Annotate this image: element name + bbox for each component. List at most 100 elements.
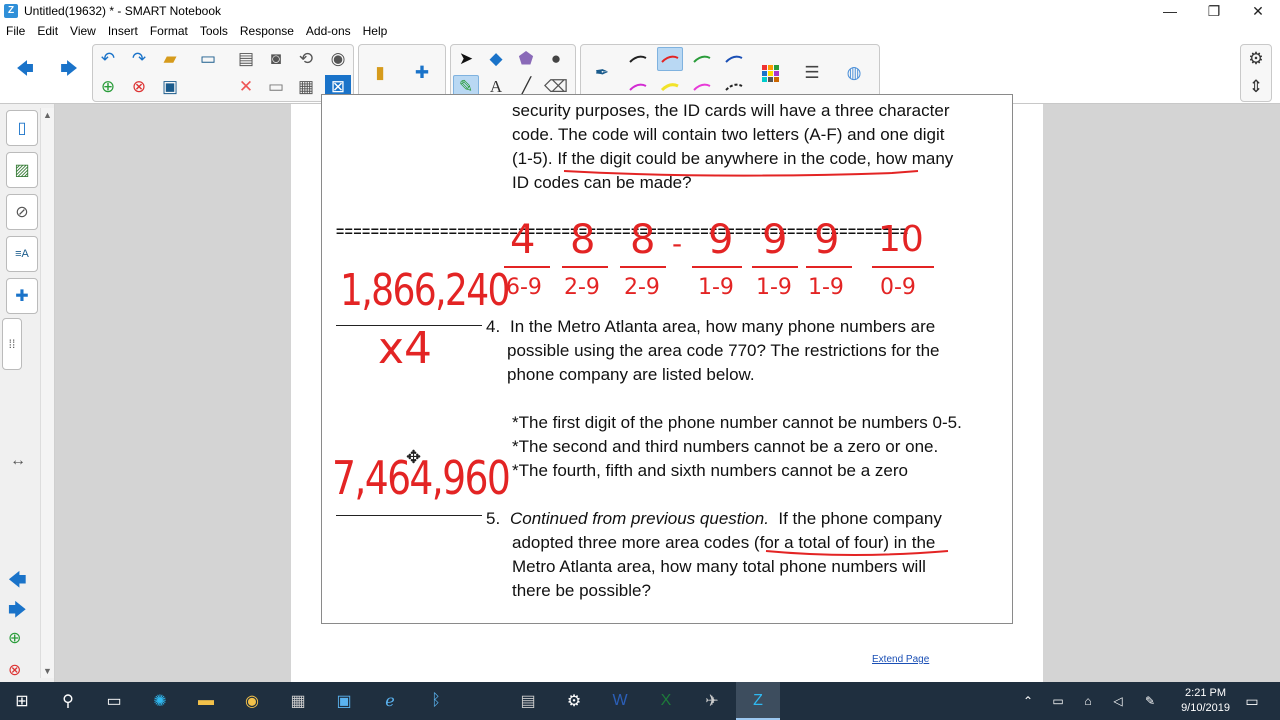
delete-icon[interactable]: ✕: [233, 75, 259, 99]
search-icon[interactable]: ⚲: [56, 690, 80, 712]
clock[interactable]: 2:21 PM 9/10/2019: [1181, 686, 1230, 716]
lesson-activity-icon[interactable]: ▮: [367, 61, 393, 85]
title-bar: Z Untitled(19632) * - SMART Notebook — ❐…: [0, 0, 1280, 22]
app-icon-12[interactable]: ✈: [700, 690, 724, 712]
scroll-down-icon[interactable]: ▼: [43, 666, 52, 676]
restore-button[interactable]: ❐: [1192, 0, 1236, 22]
open-file-icon[interactable]: ▰: [157, 47, 183, 71]
reset-page-icon[interactable]: ⟲: [293, 47, 319, 71]
task-view-icon[interactable]: ▭: [102, 690, 126, 712]
network-app-icon[interactable]: ✺: [148, 690, 172, 712]
menu-add-ons[interactable]: Add-ons: [300, 24, 357, 38]
select-arrow-icon[interactable]: ➤: [453, 47, 479, 71]
volume-icon[interactable]: ◁: [1106, 690, 1130, 712]
windows-start-icon[interactable]: ⊞: [10, 690, 34, 712]
ink-range-2: 2-9: [564, 275, 600, 300]
paste-icon[interactable]: ▤: [233, 47, 259, 71]
menu-tools[interactable]: Tools: [194, 24, 234, 38]
q5-line-1-rest: If the phone company: [768, 509, 942, 528]
sidebar-scrollbar[interactable]: ▲ ▼: [40, 108, 54, 678]
word-icon[interactable]: W: [608, 690, 632, 712]
ink-numerator-1: 4: [510, 217, 536, 263]
sidebar-next-icon[interactable]: 🡆: [8, 598, 27, 628]
menu-edit[interactable]: Edit: [31, 24, 64, 38]
ink-numerator-3: 8: [630, 217, 656, 263]
bluetooth-icon[interactable]: ᛒ: [424, 690, 448, 712]
side-panel: ▯ ▨ ⊘ ≡A ✚ ⁞⁞ ↔ 🡄 🡆 ⊕ ⊗ ▲ ▼: [0, 104, 55, 682]
pen-type-icon[interactable]: ✒: [589, 61, 615, 85]
chrome-icon[interactable]: ◉: [240, 690, 264, 712]
pen-ink-icon[interactable]: ✎: [1138, 690, 1162, 712]
pen-green-icon[interactable]: [689, 47, 715, 71]
internet-explorer-icon[interactable]: ℯ: [378, 690, 402, 712]
answer-line-q5: [336, 515, 482, 516]
pen-black-icon[interactable]: [625, 47, 651, 71]
screen-capture-icon[interactable]: ◙: [263, 47, 289, 71]
shapes-icon[interactable]: ◆: [483, 47, 509, 71]
screen-shade-icon[interactable]: ▭: [263, 75, 289, 99]
resize-handle-icon[interactable]: ↔: [10, 452, 26, 470]
line-style-icon[interactable]: ☰: [799, 61, 825, 85]
ink-numerator-7: 9: [814, 217, 840, 263]
transparency-icon[interactable]: ◍: [841, 61, 867, 85]
collapse-panel-icon[interactable]: ⁞⁞: [2, 318, 22, 370]
file-explorer-icon[interactable]: ▬: [194, 690, 218, 712]
q4-line-3: phone company are listed below.: [507, 365, 755, 384]
sidebar-previous-icon[interactable]: 🡄: [8, 568, 27, 598]
show-hidden-icons-icon[interactable]: ⌃: [1016, 690, 1040, 712]
app-icon-5[interactable]: ▣: [332, 690, 356, 712]
properties-icon[interactable]: ≡A: [6, 236, 38, 272]
ink-multiplier: x4: [378, 323, 433, 374]
minimize-button[interactable]: —: [1148, 0, 1192, 22]
save-icon[interactable]: ▣: [157, 75, 183, 99]
restriction-2: *The second and third numbers cannot be …: [512, 437, 939, 456]
menu-help[interactable]: Help: [357, 24, 394, 38]
app-icon-8[interactable]: ▤: [516, 690, 540, 712]
network-icon[interactable]: ⌂: [1076, 690, 1100, 712]
gear-icon[interactable]: ⚙: [1243, 47, 1269, 71]
eraser-icon[interactable]: ⬟: [513, 47, 539, 71]
menu-file[interactable]: File: [0, 24, 31, 38]
fill-icon[interactable]: ●: [543, 47, 569, 71]
table-icon[interactable]: ▦: [293, 75, 319, 99]
page-sorter-icon[interactable]: ▯: [6, 110, 38, 146]
worksheet-frame: security purposes, the ID cards will hav…: [321, 94, 1013, 624]
notebook-page[interactable]: security purposes, the ID cards will hav…: [291, 94, 1043, 682]
redo-icon[interactable]: ↷: [126, 47, 152, 71]
battery-icon[interactable]: ▭: [1046, 690, 1070, 712]
ink-left-total: 1,866,240: [340, 265, 511, 316]
menu-view[interactable]: View: [64, 24, 102, 38]
move-toolbar-icon[interactable]: ⇕: [1243, 75, 1269, 99]
color-palette-icon[interactable]: [757, 61, 783, 85]
next-page-icon[interactable]: 🡆: [56, 58, 82, 82]
add-page-icon[interactable]: ⊕: [95, 75, 121, 99]
pen-blue-icon[interactable]: [721, 47, 747, 71]
undo-icon[interactable]: ↶: [95, 47, 121, 71]
notifications-icon[interactable]: ▭: [1240, 690, 1264, 712]
gallery-icon[interactable]: ▨: [6, 152, 38, 188]
previous-page-icon[interactable]: 🡄: [12, 58, 38, 82]
q5-line-4: there be possible?: [512, 581, 651, 600]
ink-range-3: 2-9: [624, 275, 660, 300]
menu-response[interactable]: Response: [234, 24, 300, 38]
sidebar-add-page-icon[interactable]: ⊕: [8, 628, 21, 648]
settings-icon[interactable]: ⚙: [562, 690, 586, 712]
scroll-up-icon[interactable]: ▲: [43, 110, 52, 120]
q5-number: 5.: [486, 509, 501, 528]
pen-red-icon[interactable]: [657, 47, 683, 71]
close-button[interactable]: ✕: [1236, 0, 1280, 22]
app-icon-4[interactable]: ▦: [286, 690, 310, 712]
smart-notebook-taskbar-icon[interactable]: Z: [746, 690, 770, 712]
taskbar: ⊞ ⚲ ▭ ✺ ▬ ◉ ▦ ▣ ℯ ᛒ ▤ ⚙ W X ✈ Z ⌃ ▭ ⌂ ◁ …: [0, 682, 1280, 720]
menu-insert[interactable]: Insert: [102, 24, 144, 38]
menu-format[interactable]: Format: [144, 24, 194, 38]
document-camera-icon[interactable]: ◉: [325, 47, 351, 71]
addons-tab-icon[interactable]: ✚: [6, 278, 38, 314]
sidebar-delete-page-icon[interactable]: ⊗: [8, 660, 21, 680]
extend-page-link[interactable]: Extend Page: [872, 654, 929, 665]
screen-display-icon[interactable]: ▭: [195, 47, 221, 71]
addons-puzzle-icon[interactable]: ✚: [409, 61, 435, 85]
attachments-icon[interactable]: ⊘: [6, 194, 38, 230]
excel-icon[interactable]: X: [654, 690, 678, 712]
delete-page-icon[interactable]: ⊗: [126, 75, 152, 99]
